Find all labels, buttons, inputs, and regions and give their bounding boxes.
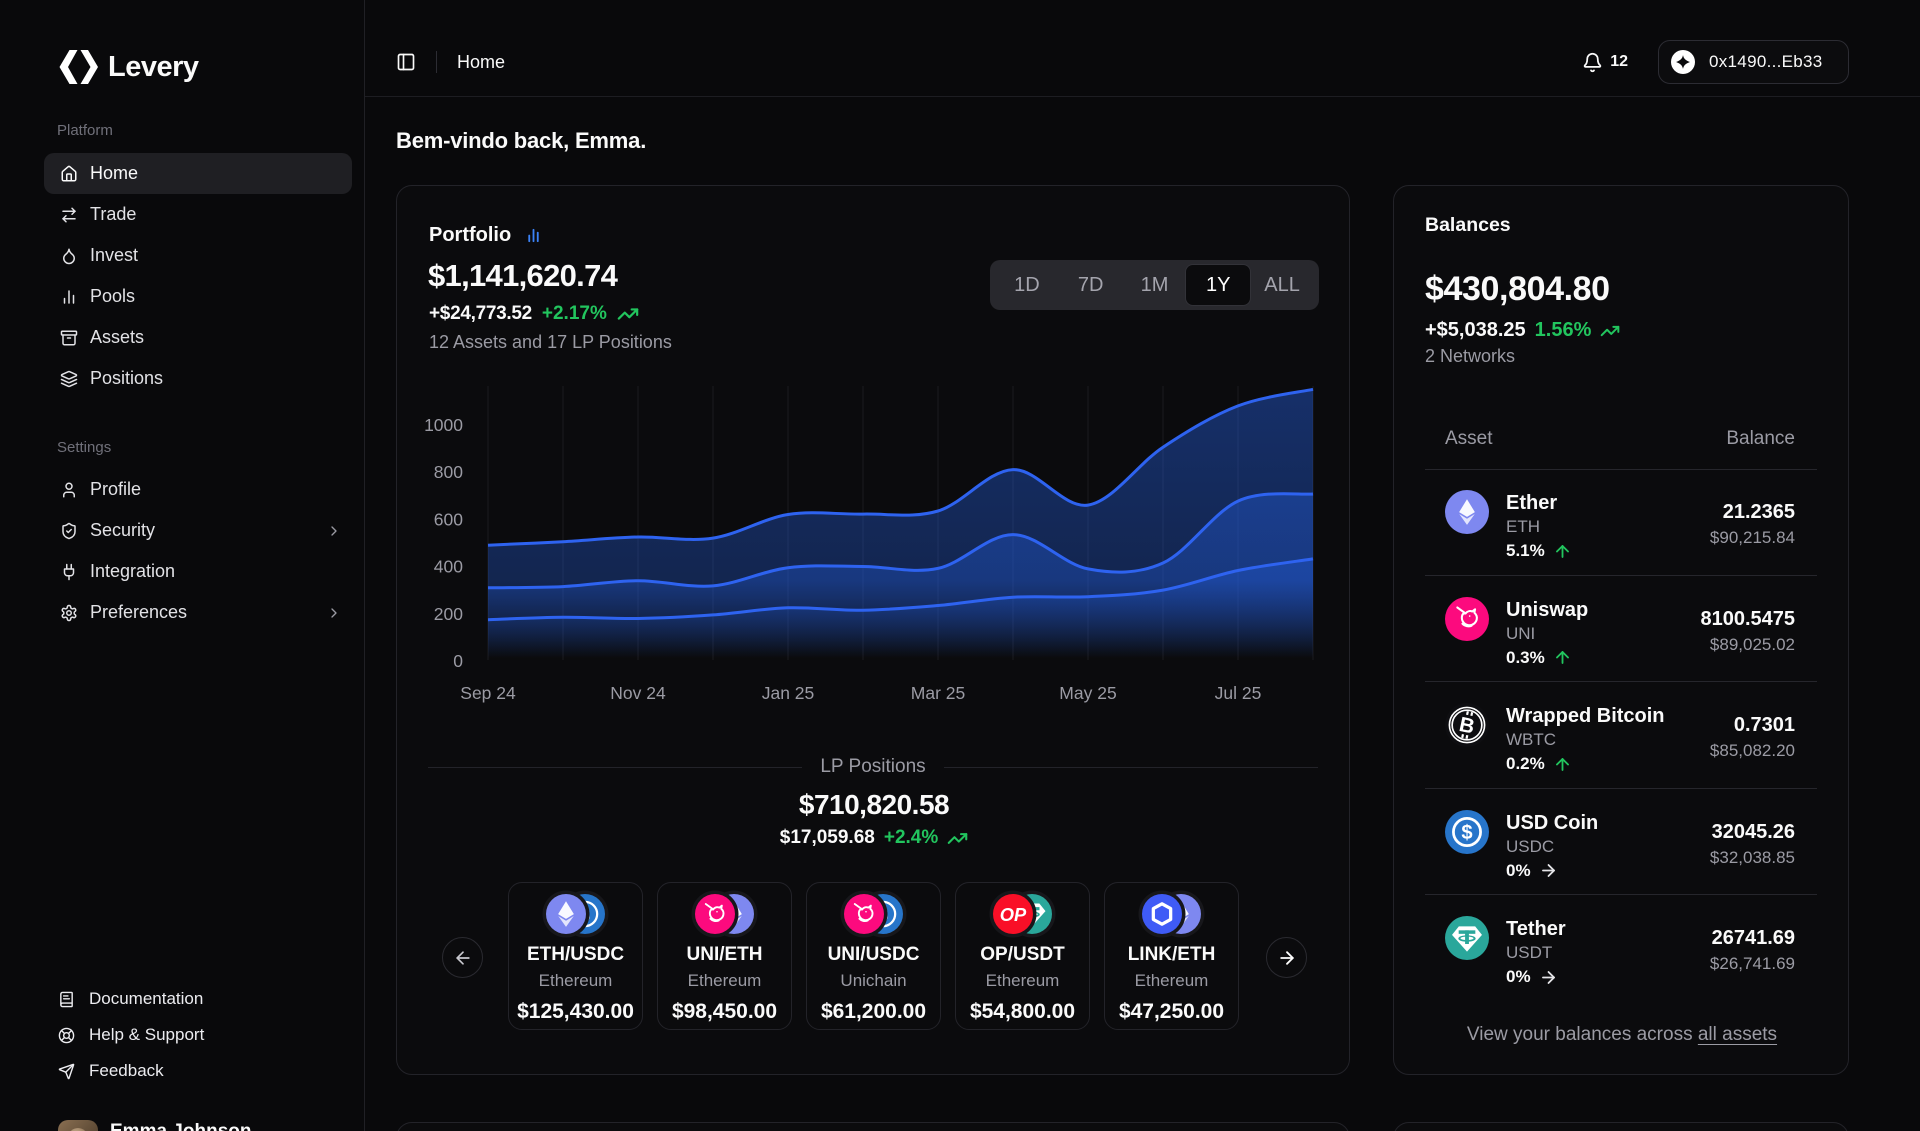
svg-text:1000: 1000 — [424, 415, 463, 435]
svg-text:B: B — [1457, 713, 1477, 739]
svg-text:0: 0 — [453, 651, 463, 671]
svg-text:400: 400 — [434, 557, 463, 577]
svg-text:Nov 24: Nov 24 — [610, 683, 666, 703]
svg-text:Mar 25: Mar 25 — [911, 683, 965, 703]
svg-text:800: 800 — [434, 462, 463, 482]
svg-text:$: $ — [1461, 822, 1472, 844]
svg-text:200: 200 — [434, 604, 463, 624]
svg-text:600: 600 — [434, 509, 463, 529]
svg-text:Jan 25: Jan 25 — [762, 683, 815, 703]
svg-text:Jul 25: Jul 25 — [1215, 683, 1262, 703]
svg-text:Sep 24: Sep 24 — [460, 683, 516, 703]
svg-text:May 25: May 25 — [1059, 683, 1116, 703]
svg-text:OP: OP — [1000, 904, 1027, 925]
